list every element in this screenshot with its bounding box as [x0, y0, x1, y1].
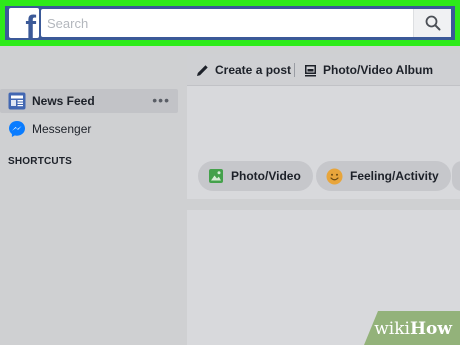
feeling-activity-button[interactable]: Feeling/Activity — [316, 161, 451, 191]
photo-video-button[interactable]: Photo/Video — [198, 161, 313, 191]
create-post-composer: Create a post Photo/Video Album Photo/Vi… — [187, 54, 460, 199]
chip-label: Photo/Video — [231, 169, 301, 183]
sidebar-item-label: Messenger — [32, 122, 92, 136]
messenger-icon — [9, 121, 25, 137]
more-actions-button[interactable] — [452, 161, 460, 191]
news-feed-icon — [8, 92, 26, 110]
smiley-icon — [326, 168, 343, 184]
highlight-frame: f — [0, 0, 460, 46]
shortcuts-heading: SHORTCUTS — [8, 156, 73, 167]
photo-album-icon — [305, 64, 316, 76]
search-input[interactable] — [41, 9, 413, 37]
tab-divider — [294, 63, 295, 77]
chip-label: Feeling/Activity — [350, 169, 439, 183]
wikihow-watermark: wikiHow — [364, 311, 460, 345]
tab-label: Photo/Video Album — [323, 63, 433, 77]
search-button[interactable] — [413, 9, 451, 37]
search-box — [41, 9, 451, 37]
more-options-icon[interactable]: ••• — [152, 93, 170, 107]
sidebar-item-news-feed[interactable]: News Feed ••• — [0, 89, 178, 113]
watermark-prefix: wiki — [374, 319, 410, 339]
watermark-text: wikiHow — [374, 319, 452, 339]
photo-icon — [209, 169, 223, 183]
sidebar-item-messenger[interactable]: Messenger — [0, 117, 178, 141]
facebook-logo-letter: f — [25, 9, 36, 38]
tab-label: Create a post — [215, 63, 292, 77]
facebook-logo[interactable]: f — [9, 8, 39, 38]
watermark-suffix: How — [409, 319, 452, 339]
search-icon — [425, 15, 440, 31]
composer-tabs: Create a post Photo/Video Album — [187, 54, 460, 86]
tab-photo-video-album[interactable]: Photo/Video Album — [304, 54, 433, 86]
pencil-icon — [197, 64, 208, 76]
top-navigation-bar: f — [5, 6, 455, 40]
tab-create-a-post[interactable]: Create a post — [196, 54, 291, 86]
sidebar-item-label: News Feed — [32, 94, 95, 108]
